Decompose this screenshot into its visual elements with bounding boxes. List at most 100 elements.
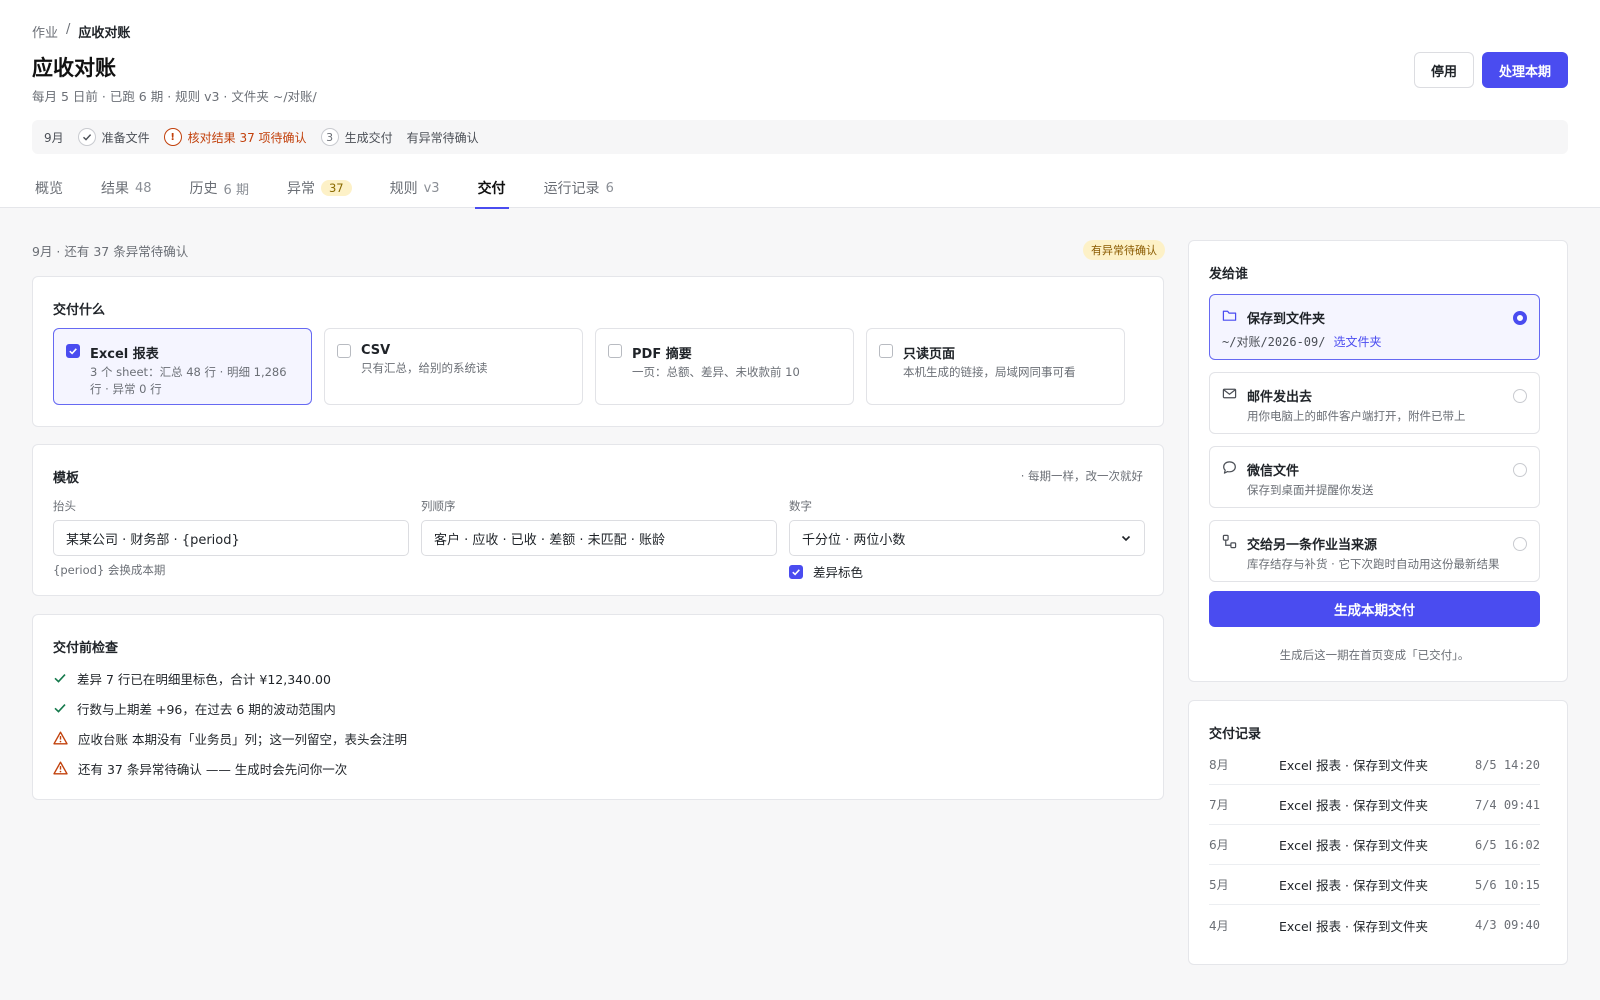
record-row[interactable]: 7月 Excel 报表 · 保存到文件夹 7/4 09:41 xyxy=(1209,785,1540,825)
process-period-button[interactable]: 处理本期 xyxy=(1482,52,1568,88)
checkbox-checked-icon[interactable] xyxy=(66,344,80,358)
stop-button[interactable]: 停用 xyxy=(1414,52,1474,88)
step-verify-label: 核对结果 37 项待确认 xyxy=(187,130,307,145)
diff-color-label: 差异标色 xyxy=(813,565,864,580)
format-option-pdf[interactable]: PDF 摘要 一页：总额、差异、未收款前 10 xyxy=(595,328,854,405)
tab-label: 运行记录 xyxy=(543,181,600,197)
record-month: 8月 xyxy=(1209,758,1229,772)
destination-title: 邮件发出去 xyxy=(1247,390,1313,405)
section-title: 交付记录 xyxy=(1209,727,1262,742)
header-hint: {period} 会换成本期 xyxy=(53,563,166,577)
warning-icon xyxy=(53,731,68,745)
checkbox-icon[interactable] xyxy=(879,344,893,358)
record-row[interactable]: 5月 Excel 报表 · 保存到文件夹 5/6 10:15 xyxy=(1209,865,1540,905)
tab-exceptions[interactable]: 异常 37 xyxy=(284,168,355,208)
tab-count: 48 xyxy=(135,180,152,196)
precheck-item: 行数与上期差 +96，在过去 6 期的波动范围内 xyxy=(53,693,407,723)
check-icon xyxy=(53,671,67,685)
precheck-item: 应收台账 本期没有「业务员」列；这一列留空，表头会注明 xyxy=(53,723,407,753)
tab-rules[interactable]: 规则 v3 xyxy=(387,168,443,208)
step-verify: ! 核对结果 37 项待确认 xyxy=(163,128,307,146)
tab-run-log[interactable]: 运行记录 6 xyxy=(541,168,617,208)
step-month: 9月 xyxy=(44,130,64,145)
number-format-label: 数字 xyxy=(789,499,812,513)
check-icon xyxy=(53,701,67,715)
record-row[interactable]: 8月 Excel 报表 · 保存到文件夹 8/5 14:20 xyxy=(1209,745,1540,785)
destination-folder[interactable]: 保存到文件夹 ~/对账/2026-09/ 选文件夹 xyxy=(1209,294,1540,360)
record-desc: Excel 报表 · 保存到文件夹 xyxy=(1279,798,1429,813)
tab-count: 6 期 xyxy=(223,182,249,198)
send-to-card: 发给谁 保存到文件夹 ~/对账/2026-09/ 选文件夹 邮件发出去 用你电脑… xyxy=(1188,240,1568,682)
format-option-excel[interactable]: Excel 报表 3 个 sheet：汇总 48 行 · 明细 1,286 行 … xyxy=(53,328,312,405)
tab-history[interactable]: 历史 6 期 xyxy=(187,168,252,208)
check-icon xyxy=(77,128,96,146)
format-options: Excel 报表 3 个 sheet：汇总 48 行 · 明细 1,286 行 … xyxy=(53,328,1125,405)
deliver-what-card: 交付什么 Excel 报表 3 个 sheet：汇总 48 行 · 明细 1,2… xyxy=(32,276,1164,427)
column-order-input[interactable]: 客户 · 应收 · 已收 · 差额 · 未匹配 · 账龄 xyxy=(421,520,777,556)
header-input[interactable]: 某某公司 · 财务部 · {period} xyxy=(53,520,409,556)
record-desc: Excel 报表 · 保存到文件夹 xyxy=(1279,758,1429,773)
tab-count-badge: 37 xyxy=(320,180,352,196)
checkbox-icon[interactable] xyxy=(337,344,351,358)
radio-unselected[interactable] xyxy=(1513,463,1527,477)
column-order-label: 列顺序 xyxy=(421,499,456,513)
breadcrumb-parent[interactable]: 作业 xyxy=(32,22,58,41)
tab-label: 概览 xyxy=(35,181,63,197)
tab-count: 6 xyxy=(605,180,614,196)
number-format-select[interactable]: 千分位 · 两位小数 xyxy=(789,520,1145,556)
record-month: 6月 xyxy=(1209,838,1229,852)
step-prepare: 准备文件 xyxy=(77,128,150,146)
radio-selected[interactable] xyxy=(1513,311,1527,325)
record-row[interactable]: 4月 Excel 报表 · 保存到文件夹 4/3 09:40 xyxy=(1209,905,1540,945)
destination-email[interactable]: 邮件发出去 用你电脑上的邮件客户端打开，附件已带上 xyxy=(1209,372,1540,434)
breadcrumb-current: 应收对账 xyxy=(78,26,131,41)
record-desc: Excel 报表 · 保存到文件夹 xyxy=(1279,918,1429,934)
option-desc: 只有汇总，给别的系统读 xyxy=(361,361,488,375)
step-prepare-label: 准备文件 xyxy=(101,130,150,145)
checkbox-icon[interactable] xyxy=(608,344,622,358)
destination-wechat[interactable]: 微信文件 保存到桌面并提醒你发送 xyxy=(1209,446,1540,508)
section-title: 交付前检查 xyxy=(53,641,119,656)
template-note: · 每期一样，改一次就好 xyxy=(1020,469,1143,483)
folder-icon xyxy=(1222,308,1237,327)
progress-steps: 9月 准备文件 ! 核对结果 37 项待确认 3 生成交付 有异常待确认 xyxy=(32,120,1568,154)
status-badge: 有异常待确认 xyxy=(1083,240,1165,260)
chevron-down-icon xyxy=(1120,532,1132,544)
template-card: 模板 · 每期一样，改一次就好 抬头 某某公司 · 财务部 · {period}… xyxy=(32,444,1164,596)
precheck-card: 交付前检查 差异 7 行已在明细里标色，合计 ¥12,340.00 行数与上期差… xyxy=(32,614,1164,800)
generate-delivery-button[interactable]: 生成本期交付 xyxy=(1209,591,1540,627)
record-time: 7/4 09:41 xyxy=(1474,797,1540,812)
destination-another-job[interactable]: 交给另一条作业当来源 库存结存与补货 · 它下次跑时自动用这份最新结果 xyxy=(1209,520,1540,582)
precheck-list: 差异 7 行已在明细里标色，合计 ¥12,340.00 行数与上期差 +96，在… xyxy=(53,663,407,783)
format-option-csv[interactable]: CSV 只有汇总，给别的系统读 xyxy=(324,328,583,405)
record-month: 4月 xyxy=(1209,918,1229,933)
destination-desc: 用你电脑上的邮件客户端打开，附件已带上 xyxy=(1247,409,1466,423)
section-title: 发给谁 xyxy=(1209,267,1249,282)
section-title: 交付什么 xyxy=(53,303,106,318)
tab-delivery[interactable]: 交付 xyxy=(474,168,509,209)
tab-results[interactable]: 结果 48 xyxy=(98,168,155,208)
page-header: 作业 / 应收对账 应收对账 每月 5 日前 · 已跑 6 期 · 规则 v3 … xyxy=(0,0,1600,209)
record-time: 6/5 16:02 xyxy=(1474,837,1540,852)
precheck-item: 还有 37 条异常待确认 —— 生成时会先问你一次 xyxy=(53,753,407,783)
option-title: Excel 报表 xyxy=(90,347,159,362)
step-generate: 3 生成交付 xyxy=(320,128,393,146)
format-option-readonly[interactable]: 只读页面 本机生成的链接，局域网同事可看 xyxy=(866,328,1125,405)
record-desc: Excel 报表 · 保存到文件夹 xyxy=(1279,878,1429,893)
precheck-text: 还有 37 条异常待确认 —— 生成时会先问你一次 xyxy=(78,761,348,777)
choose-folder-link[interactable]: 选文件夹 xyxy=(1333,333,1381,350)
selected-value: 千分位 · 两位小数 xyxy=(802,532,906,548)
alert-circle-icon: ! xyxy=(163,128,182,146)
folder-path: ~/对账/2026-09/ xyxy=(1222,335,1326,349)
radio-unselected[interactable] xyxy=(1513,537,1527,551)
tab-label: 历史 xyxy=(189,181,218,197)
radio-unselected[interactable] xyxy=(1513,389,1527,403)
diff-color-toggle[interactable]: 差异标色 xyxy=(789,562,863,581)
record-row[interactable]: 6月 Excel 报表 · 保存到文件夹 6/5 16:02 xyxy=(1209,825,1540,865)
checkbox-checked-icon[interactable] xyxy=(789,565,803,579)
destination-title: 保存到文件夹 xyxy=(1247,312,1326,327)
breadcrumb: 作业 / 应收对账 xyxy=(32,22,130,41)
tab-overview[interactable]: 概览 xyxy=(32,168,66,208)
page-title: 应收对账 xyxy=(32,56,116,80)
header-label: 抬头 xyxy=(53,499,76,513)
